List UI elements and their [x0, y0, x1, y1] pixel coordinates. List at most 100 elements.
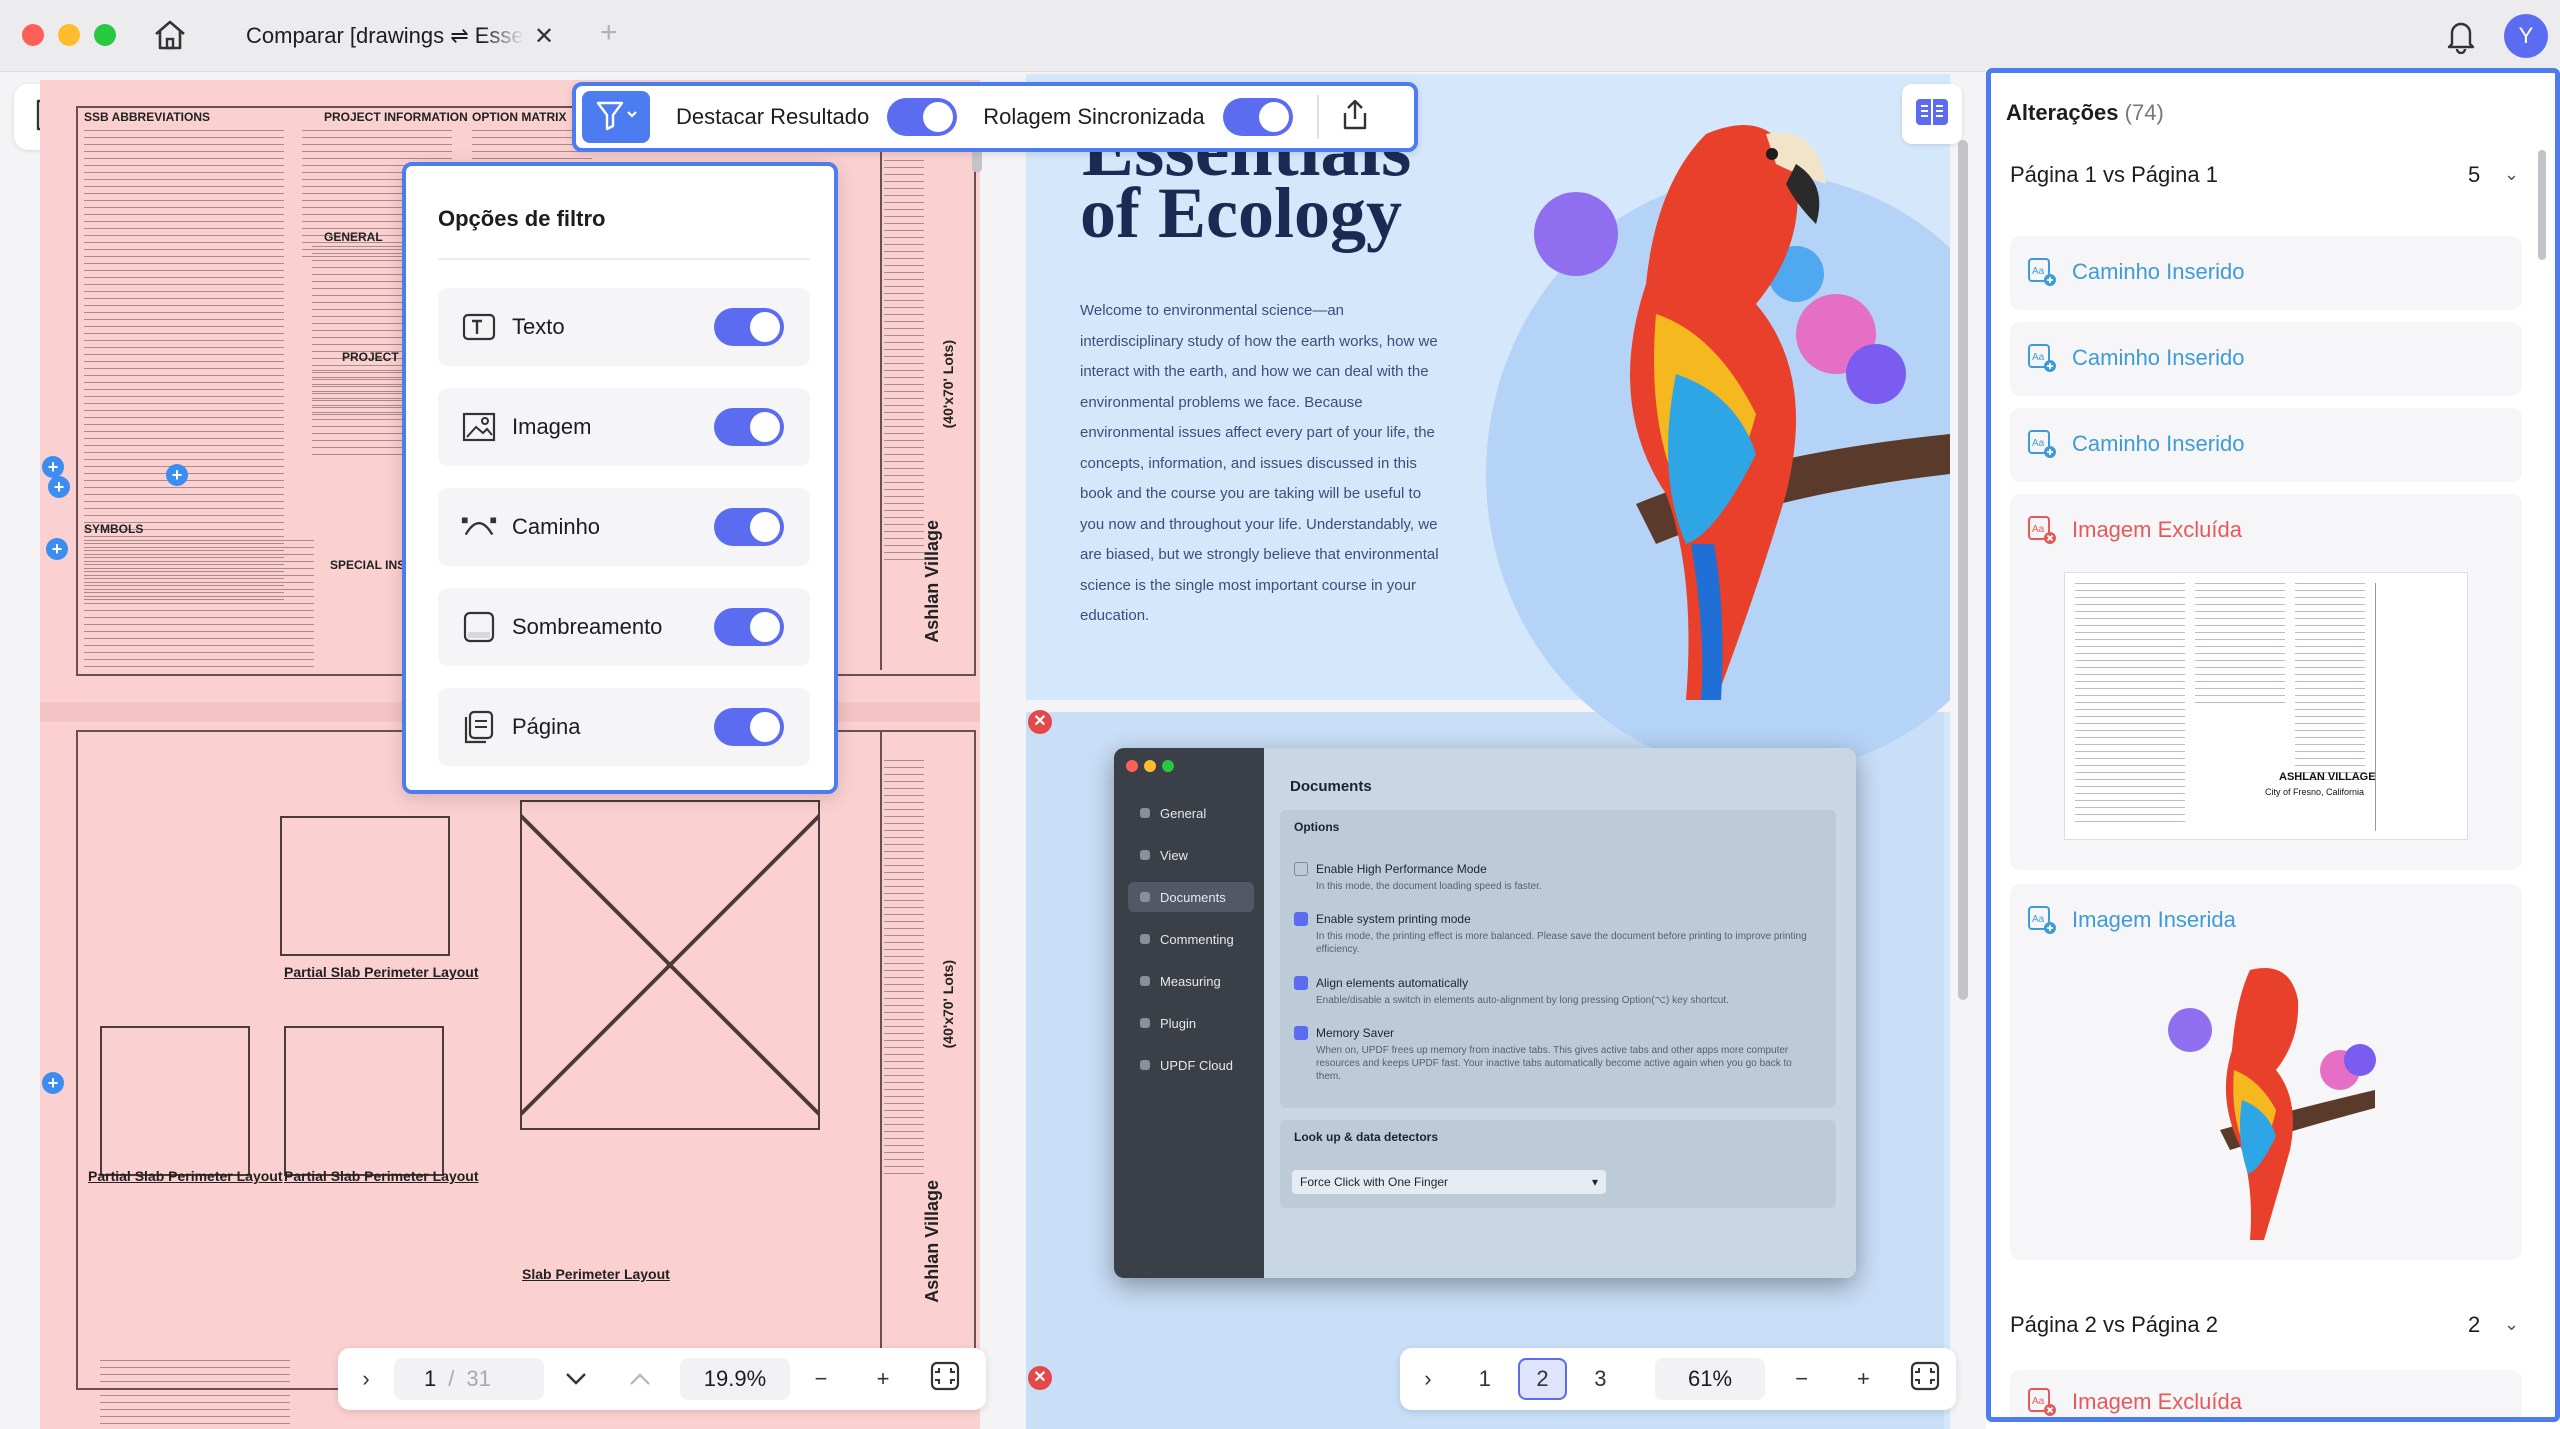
image-icon — [460, 408, 498, 446]
change-marker[interactable]: + — [42, 1072, 64, 1094]
intro-paragraph: Welcome to environmental science—an inte… — [1080, 302, 1439, 624]
sheet-header: PROJECT T — [342, 350, 410, 364]
sw-lookup-label: Look up & data detectors — [1294, 1130, 1439, 1144]
avatar[interactable]: Y — [2504, 14, 2548, 58]
right-fit-button[interactable] — [1894, 1358, 1956, 1400]
left-fit-button[interactable] — [914, 1358, 976, 1400]
sw-option-desc: In this mode, the printing effect is mor… — [1316, 931, 1807, 955]
right-zoom-field[interactable]: 61% — [1655, 1358, 1765, 1400]
filter-row-page[interactable]: Página — [438, 688, 810, 766]
left-expand-button[interactable]: › — [344, 1358, 388, 1400]
change-marker[interactable]: + — [42, 456, 64, 478]
sync-scroll-toggle[interactable] — [1222, 98, 1293, 136]
page-button-1[interactable]: 1 — [1460, 1358, 1510, 1400]
sw-item-general: General — [1128, 798, 1254, 828]
svg-text:Aa: Aa — [2032, 914, 2045, 925]
filter-icon — [594, 98, 638, 137]
right-zoom-in-button[interactable]: + — [1833, 1358, 1895, 1400]
change-item[interactable]: Aa Imagem Excluída — [2026, 1386, 2242, 1418]
title-bar: Comparar [drawings ⇌ Essentials of Ecolo… — [0, 0, 2560, 72]
filter-row-shading[interactable]: Sombreamento — [438, 588, 810, 666]
sw-item-documents: Documents — [1128, 882, 1254, 912]
filter-toggle-image[interactable] — [714, 408, 784, 446]
inserted-change-icon: Aa — [2026, 428, 2058, 460]
filter-toggle-shading[interactable] — [714, 608, 784, 646]
deletion-marker[interactable]: ✕ — [1028, 710, 1052, 734]
left-total-pages: 31 — [466, 1366, 491, 1391]
left-scrollbar[interactable] — [972, 150, 982, 172]
chevron-down-icon[interactable]: ⌄ — [2504, 1314, 2519, 1335]
left-page-input[interactable]: 1 / 31 — [394, 1358, 544, 1400]
home-icon[interactable] — [152, 18, 188, 57]
section-title[interactable]: Página 2 vs Página 2 — [2010, 1312, 2218, 1338]
sw-max-dot — [1162, 760, 1174, 772]
change-item[interactable]: Aa Caminho Inserido — [2026, 428, 2244, 460]
change-marker[interactable]: + — [48, 476, 70, 498]
plan-label: Slab Perimeter Layout — [522, 1266, 670, 1282]
share-icon[interactable] — [1337, 97, 1373, 138]
filter-row-image[interactable]: Imagem — [438, 388, 810, 466]
toolbar-divider — [1316, 95, 1319, 139]
filter-toggle-page[interactable] — [714, 708, 784, 746]
sw-option: Align elements automatically — [1294, 976, 1468, 990]
filter-toggle-text[interactable] — [714, 308, 784, 346]
right-expand-button[interactable]: › — [1406, 1358, 1450, 1400]
left-zoom-field[interactable]: 19.9% — [680, 1358, 790, 1400]
sheet-header: GENERAL — [324, 230, 383, 244]
left-zoom-out-button[interactable]: − — [790, 1358, 852, 1400]
bell-icon[interactable] — [2444, 18, 2478, 59]
deletion-marker[interactable]: ✕ — [1028, 1366, 1052, 1390]
changes-count: (74) — [2124, 100, 2164, 125]
filter-row-path[interactable]: Caminho — [438, 488, 810, 566]
thumb-title: ASHLAN VILLAGE — [2279, 771, 2376, 783]
sw-item-view: View — [1128, 840, 1254, 870]
chevron-right-icon: › — [1424, 1366, 1432, 1391]
change-marker[interactable]: + — [46, 538, 68, 560]
left-zoom-in-button[interactable]: + — [852, 1358, 914, 1400]
sw-option: Enable system printing mode — [1294, 912, 1471, 926]
deleted-change-icon: Aa — [2026, 1386, 2058, 1418]
minimize-window-button[interactable] — [58, 24, 80, 46]
left-current-page: 1 — [424, 1366, 437, 1391]
filter-row-text[interactable]: Texto — [438, 288, 810, 366]
sw-option-desc: In this mode, the document loading speed… — [1316, 881, 1542, 892]
svg-text:Aa: Aa — [2032, 524, 2045, 535]
plan-label: Partial Slab Perimeter Layout — [284, 1168, 479, 1184]
sw-item-measuring: Measuring — [1128, 966, 1254, 996]
change-item[interactable]: Aa Imagem Inserida — [2026, 904, 2236, 936]
filter-popup-title: Opções de filtro — [438, 206, 606, 231]
chevron-down-icon[interactable]: ⌄ — [2504, 164, 2519, 185]
compare-toolbar: Destacar Resultado Rolagem Sincronizada — [572, 82, 1418, 152]
highlight-results-label: Destacar Resultado — [676, 104, 870, 129]
previous-page-button[interactable] — [608, 1358, 672, 1400]
close-window-button[interactable] — [22, 24, 44, 46]
change-item[interactable]: Aa Imagem Excluída — [2026, 514, 2242, 546]
changes-scrollbar[interactable] — [2538, 150, 2546, 260]
tab-compare[interactable]: Comparar [drawings ⇌ Essentials of Ecolo… — [246, 14, 576, 58]
filter-label-path: Caminho — [512, 514, 601, 539]
section-count: 2 — [2468, 1312, 2481, 1337]
deleted-image-thumbnail: ASHLAN VILLAGE City of Fresno, Californi… — [2064, 572, 2468, 840]
right-zoom-out-button[interactable]: − — [1771, 1358, 1833, 1400]
highlight-results-toggle[interactable] — [887, 98, 958, 136]
page-button-3[interactable]: 3 — [1575, 1358, 1625, 1400]
filter-button[interactable] — [582, 91, 650, 143]
inserted-change-icon: Aa — [2026, 904, 2058, 936]
maximize-window-button[interactable] — [94, 24, 116, 46]
sw-option: Enable High Performance Mode — [1294, 862, 1487, 876]
page-button-2[interactable]: 2 — [1517, 1358, 1568, 1400]
right-scrollbar[interactable] — [1958, 140, 1968, 1000]
sw-item-plugin: Plugin — [1128, 1008, 1254, 1038]
filter-toggle-path[interactable] — [714, 508, 784, 546]
inserted-change-icon: Aa — [2026, 342, 2058, 374]
next-page-button[interactable] — [544, 1358, 608, 1400]
svg-text:Aa: Aa — [2032, 352, 2045, 363]
tab-close-icon[interactable]: ✕ — [534, 22, 554, 51]
change-item[interactable]: Aa Caminho Inserido — [2026, 256, 2244, 288]
change-marker[interactable]: + — [166, 464, 188, 486]
section-title[interactable]: Página 1 vs Página 1 — [2010, 162, 2218, 188]
view-mode-button[interactable] — [1902, 84, 1962, 144]
change-item[interactable]: Aa Caminho Inserido — [2026, 342, 2244, 374]
title-block-rows — [884, 160, 924, 560]
new-tab-button[interactable]: + — [600, 16, 618, 50]
